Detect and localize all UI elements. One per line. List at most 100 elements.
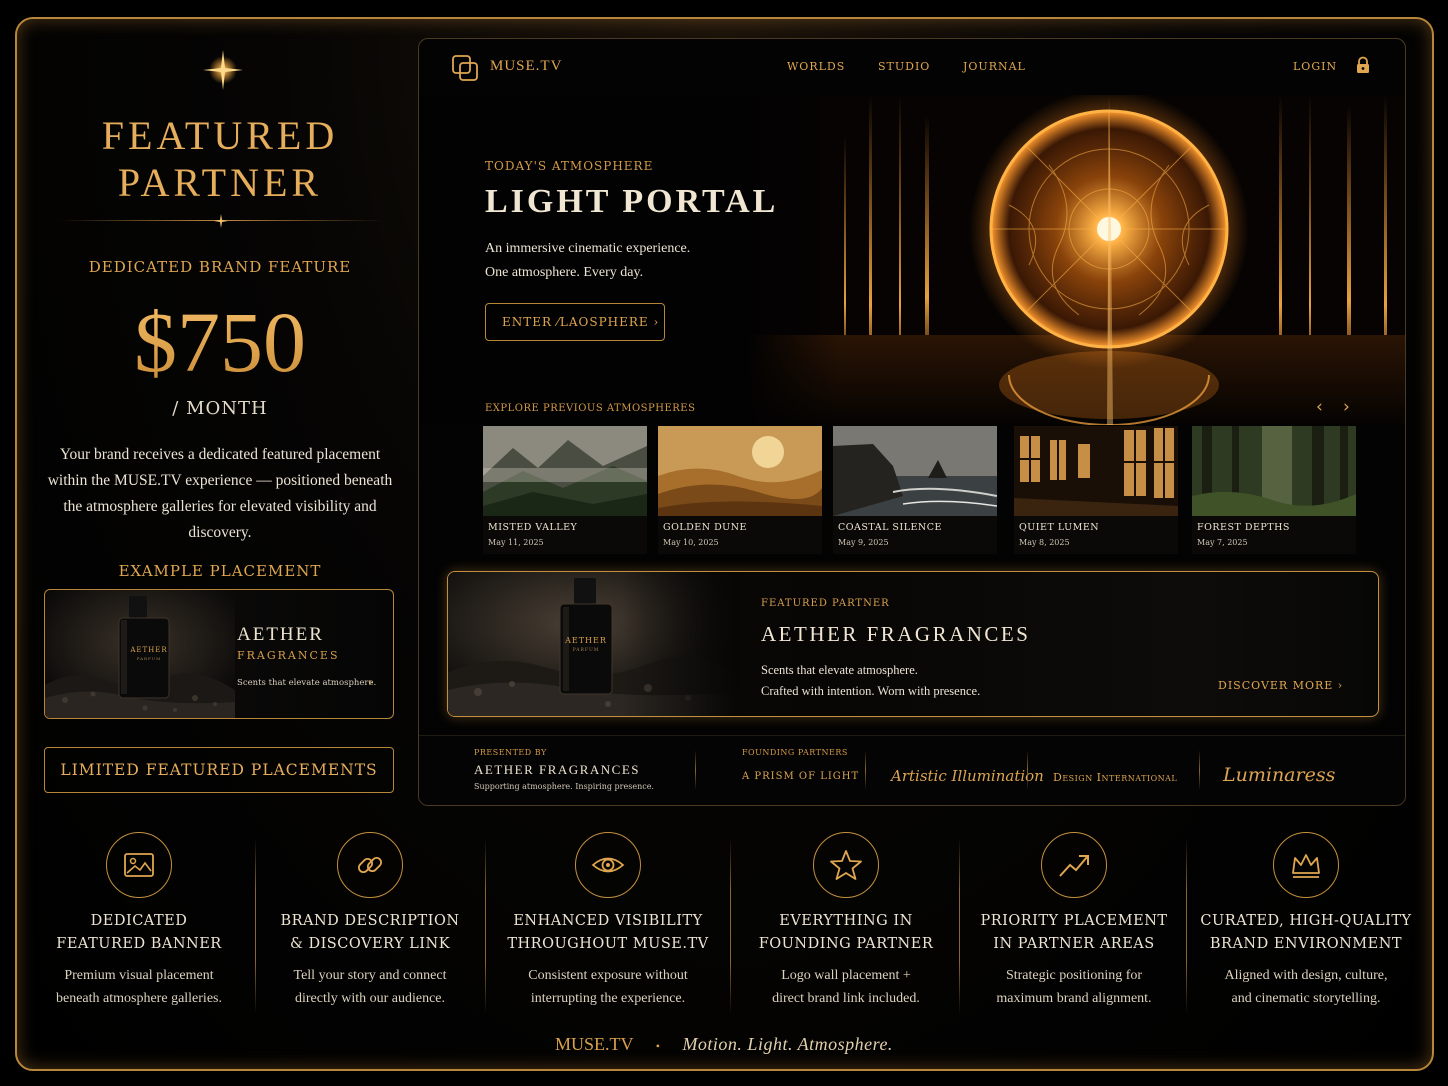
- trend-up-icon: [1041, 832, 1107, 898]
- gallery-item-misted-valley[interactable]: MISTED VALLEY May 11, 2025: [483, 426, 647, 554]
- atmosphere-gallery: MISTED VALLEY May 11, 2025 GOLDEN DUNE M…: [483, 426, 1363, 554]
- gallery-item-date: May 7, 2025: [1197, 538, 1248, 547]
- presenter-tagline: Supporting atmosphere. Inspiring presenc…: [474, 782, 654, 791]
- feature-title: DEDICATED FEATURED BANNER: [56, 913, 222, 952]
- hero-section: TODAY'S ATMOSPHERE LIGHT PORTAL An immer…: [419, 95, 1405, 425]
- partner-logo-design[interactable]: Design International: [1053, 771, 1177, 784]
- price: $750: [30, 292, 410, 392]
- hero-description: An immersive cinematic experience. One a…: [485, 241, 691, 280]
- presenter-name[interactable]: AETHER FRAGRANCES: [474, 762, 640, 778]
- site-preview: MUSE.TV WORLDS STUDIO JOURNAL LOGIN TODA…: [418, 38, 1406, 806]
- featured-partner-title: FEATURED PARTNER: [101, 113, 339, 205]
- divider: [959, 838, 960, 1014]
- eye-icon: [575, 832, 641, 898]
- feature-description: Consistent exposure without interrupting …: [528, 968, 688, 1006]
- discover-more-link[interactable]: DISCOVER MORE ›: [1218, 679, 1343, 692]
- partner-logo-luminaress[interactable]: Luminaress: [1223, 764, 1335, 786]
- image-icon: [106, 832, 172, 898]
- banner-title: AETHER FRAGRANCES: [761, 622, 1031, 646]
- price-period: / MONTH: [172, 398, 268, 419]
- chevron-left-icon[interactable]: ‹: [1316, 397, 1323, 417]
- footer: MUSE.TV • Motion. Light. Atmosphere.: [0, 1034, 1448, 1055]
- login-link[interactable]: LOGIN: [1293, 60, 1337, 73]
- example-placement-card[interactable]: AETHER PARFUM AETHER FRAGRANCES Scents t…: [44, 589, 394, 719]
- gallery-item-date: May 8, 2025: [1019, 538, 1070, 547]
- lock-icon[interactable]: [1354, 56, 1372, 74]
- divider: [695, 750, 696, 790]
- feature-description: Premium visual placement beneath atmosphe…: [56, 968, 222, 1006]
- divider: [730, 838, 731, 1014]
- sparkle-icon: [214, 214, 228, 228]
- gallery-item-golden-dune[interactable]: GOLDEN DUNE May 10, 2025: [658, 426, 822, 554]
- hero-title: LIGHT PORTAL: [485, 183, 779, 220]
- divider: [1027, 750, 1028, 790]
- partners-bar: PRESENTED BY AETHER FRAGRANCES Supportin…: [419, 735, 1405, 805]
- feature-dedicated-banner: DEDICATED FEATURED BANNER Premium visual …: [28, 826, 250, 1016]
- banner-eyebrow: FEATURED PARTNER: [761, 598, 890, 609]
- feature-description: Strategic positioning for maximum brand a…: [996, 968, 1152, 1006]
- chevron-right-icon[interactable]: ›: [368, 675, 373, 689]
- golden-dune-image: [658, 426, 822, 516]
- gallery-item-forest-depths[interactable]: FOREST DEPTHS May 7, 2025: [1192, 426, 1356, 554]
- divider: [255, 838, 256, 1014]
- gallery-item-quiet-lumen[interactable]: QUIET LUMEN May 8, 2025: [1014, 426, 1178, 554]
- gallery-item-name: COASTAL SILENCE: [838, 522, 942, 533]
- gallery-item-date: May 11, 2025: [488, 538, 544, 547]
- example-placement-label: EXAMPLE PLACEMENT: [118, 562, 322, 580]
- nav-studio[interactable]: STUDIO: [878, 60, 930, 73]
- logo-icon: [452, 55, 478, 81]
- quiet-lumen-image: [1014, 426, 1178, 516]
- perfume-bottle-image: [45, 590, 235, 718]
- star-icon: [813, 832, 879, 898]
- footer-brand: MUSE.TV: [555, 1034, 634, 1054]
- misted-valley-image: [483, 426, 647, 516]
- feature-founding-partner: EVERYTHING IN FOUNDING PARTNER Logo wall …: [734, 826, 958, 1016]
- feature-title: ENHANCED VISIBILITY THROUGHOUT MUSE.TV: [507, 913, 709, 952]
- plan-name: DEDICATED BRAND FEATURE: [88, 258, 352, 276]
- forest-depths-image: [1192, 426, 1356, 516]
- presented-by-label: PRESENTED BY: [474, 748, 547, 757]
- gallery-item-name: GOLDEN DUNE: [663, 522, 747, 533]
- partner-logo-prism[interactable]: A PRISM OF LIGHT: [742, 771, 859, 782]
- divider: [1199, 750, 1200, 790]
- bottle-sublabel: PARFUM: [572, 648, 600, 653]
- footer-separator: •: [655, 1039, 660, 1053]
- divider: [865, 750, 866, 790]
- gallery-item-name: FOREST DEPTHS: [1197, 522, 1290, 533]
- features-row: DEDICATED FEATURED BANNER Premium visual …: [20, 826, 1428, 1016]
- feature-title: BRAND DESCRIPTION & DISCOVERY LINK: [280, 913, 460, 952]
- feature-title: EVERYTHING IN FOUNDING PARTNER: [758, 913, 934, 952]
- feature-brand-description: BRAND DESCRIPTION & DISCOVERY LINK Tell y…: [260, 826, 480, 1016]
- limited-placements-button[interactable]: LIMITED FEATURED PLACEMENTS: [44, 747, 394, 793]
- link-icon: [337, 832, 403, 898]
- featured-partner-banner[interactable]: AETHER PARFUM FEATURED PARTNER AETHER FR…: [447, 571, 1379, 717]
- enter-atmosphere-button[interactable]: ENTER ⁄LAOSPHERE ›: [485, 303, 665, 341]
- plan-description: Your brand receives a dedicated featured…: [47, 446, 393, 541]
- feature-description: Logo wall placement + direct brand link i…: [772, 968, 920, 1006]
- feature-title: PRIORITY PLACEMENT IN PARTNER AREAS: [980, 913, 1168, 952]
- feature-title: CURATED, HIGH-QUALITY BRAND ENVIRONMENT: [1200, 913, 1412, 952]
- feature-curated-environment: CURATED, HIGH-QUALITY BRAND ENVIRONMENT A…: [1196, 826, 1416, 1016]
- nav-journal[interactable]: JOURNAL: [963, 60, 1026, 73]
- example-tagline: Scents that elevate atmosphere.: [237, 678, 377, 688]
- chevron-right-icon[interactable]: ›: [1343, 397, 1350, 417]
- hero-eyebrow: TODAY'S ATMOSPHERE: [485, 159, 654, 173]
- gallery-item-date: May 9, 2025: [838, 538, 889, 547]
- gallery-item-date: May 10, 2025: [663, 538, 719, 547]
- pricing-panel: FEATURED PARTNER DEDICATED BRAND FEATURE…: [30, 30, 410, 810]
- top-nav: MUSE.TV WORLDS STUDIO JOURNAL LOGIN: [419, 39, 1405, 95]
- feature-description: Aligned with design, culture, and cinemat…: [1224, 968, 1388, 1006]
- nav-worlds[interactable]: WORLDS: [787, 60, 845, 73]
- banner-description: Scents that elevate atmosphere. Crafted …: [761, 663, 981, 698]
- gallery-item-coastal-silence[interactable]: COASTAL SILENCE May 9, 2025: [833, 426, 997, 554]
- footer-tagline: Motion. Light. Atmosphere.: [682, 1034, 893, 1054]
- example-brand-sub: FRAGRANCES: [237, 649, 340, 662]
- gallery-label: EXPLORE PREVIOUS ATMOSPHERES: [485, 403, 696, 414]
- logo-text[interactable]: MUSE.TV: [490, 58, 562, 75]
- partner-logo-artistic[interactable]: Artistic Illumination: [891, 767, 1044, 785]
- coastal-silence-image: [833, 426, 997, 516]
- example-brand-name: AETHER: [237, 624, 324, 645]
- founding-partners-label: FOUNDING PARTNERS: [742, 748, 848, 757]
- divider: [485, 838, 486, 1014]
- gallery-item-name: QUIET LUMEN: [1019, 522, 1100, 533]
